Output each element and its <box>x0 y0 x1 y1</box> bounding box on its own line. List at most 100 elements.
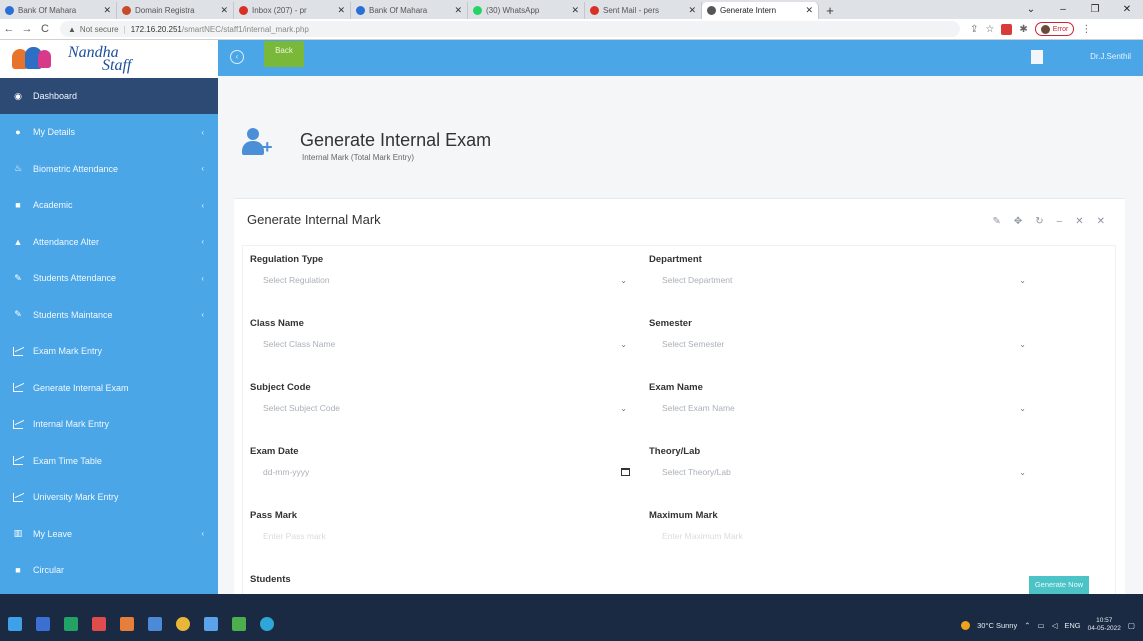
tray-chevron-icon[interactable]: ⌃ <box>1024 621 1030 630</box>
app-icon[interactable] <box>92 617 106 631</box>
forward-arrow-icon[interactable]: → <box>18 23 36 35</box>
tab-close-icon[interactable]: ✕ <box>220 5 228 16</box>
select-dropdown[interactable]: Select Department ⌄ <box>649 269 1033 291</box>
taskview-icon[interactable] <box>36 617 50 631</box>
sidebar-item-exam-time-table[interactable]: Exam Time Table <box>0 443 218 480</box>
reload-icon[interactable]: C <box>36 23 54 35</box>
edit-icon[interactable]: ✎ <box>992 216 1000 227</box>
generate-now-button[interactable]: Generate Now <box>1029 576 1089 594</box>
extensions-puzzle-icon[interactable]: ✱ <box>1019 24 1027 35</box>
sidebar-item-students-attendance[interactable]: ✎ Students Attendance ‹ <box>0 260 218 297</box>
sidebar-item-students-maintance[interactable]: ✎ Students Maintance ‹ <box>0 297 218 334</box>
excel-icon[interactable] <box>64 617 78 631</box>
menu-dots-icon[interactable]: ⋮ <box>1081 24 1091 35</box>
close-icon[interactable]: ✕ <box>1097 216 1105 227</box>
placeholder-text: dd-mm-yyyy <box>263 467 310 477</box>
sidebar-toggle-icon[interactable]: ‹ <box>230 50 244 64</box>
windows-start-icon[interactable] <box>8 617 22 631</box>
restore-icon[interactable]: ❐ <box>1079 0 1111 19</box>
select-dropdown[interactable]: Select Subject Code ⌄ <box>250 397 634 419</box>
bookmark-star-icon[interactable]: ☆ <box>985 24 994 35</box>
select-dropdown[interactable]: Select Exam Name ⌄ <box>649 397 1033 419</box>
sidebar-item-academic[interactable]: ■ Academic ‹ <box>0 187 218 224</box>
calendar-icon[interactable] <box>621 468 630 476</box>
favicon-icon <box>356 6 365 15</box>
chevron-left-icon: ‹ <box>201 127 204 137</box>
dropdown-chevron-icon[interactable]: ⌄ <box>1015 0 1047 19</box>
pencil-icon: ✎ <box>14 272 22 283</box>
sidebar-item-generate-internal-exam[interactable]: Generate Internal Exam <box>0 370 218 407</box>
back-arrow-icon[interactable]: ← <box>0 23 18 35</box>
date-input[interactable]: dd-mm-yyyy <box>250 461 634 483</box>
chrome-icon[interactable] <box>176 617 190 631</box>
language[interactable]: ENG <box>1064 621 1080 630</box>
weather-text[interactable]: 30°C Sunny <box>977 621 1017 630</box>
select-dropdown[interactable]: Select Semester ⌄ <box>649 333 1033 355</box>
user-name[interactable]: Dr.J.Senthil <box>1090 52 1131 61</box>
chevron-left-icon: ‹ <box>201 529 204 539</box>
select-dropdown[interactable]: Select Class Name ⌄ <box>250 333 634 355</box>
browser-tab[interactable]: (30) WhatsApp ✕ <box>468 2 585 19</box>
sidebar-item-biometric-attendance[interactable]: ♨ Biometric Attendance ‹ <box>0 151 218 188</box>
close-window-icon[interactable]: ✕ <box>1111 0 1143 19</box>
tab-close-icon[interactable]: ✕ <box>337 5 345 16</box>
sidebar-item-internal-mark-entry[interactable]: Internal Mark Entry <box>0 406 218 443</box>
collapse-icon[interactable]: – <box>1057 216 1063 227</box>
sidebar-item-dashboard[interactable]: ◉ Dashboard <box>0 78 218 114</box>
text-input[interactable]: Enter Pass mark <box>250 525 634 547</box>
window-controls: ⌄ – ❐ ✕ <box>1015 0 1143 19</box>
field-label: Exam Date <box>250 446 299 457</box>
volume-icon[interactable]: ◁ <box>1052 621 1058 630</box>
browser-tab[interactable]: Domain Registra ✕ <box>117 2 234 19</box>
network-icon[interactable]: ▭ <box>1038 621 1045 630</box>
new-tab-button[interactable]: + <box>819 2 841 19</box>
placeholder-text: Select Exam Name <box>662 403 735 413</box>
tab-close-icon[interactable]: ✕ <box>571 5 579 16</box>
field-label: Regulation Type <box>250 254 324 265</box>
app-logo[interactable]: Nandha Staff <box>12 43 217 75</box>
main-content: + Generate Internal Exam Internal Mark (… <box>218 76 1143 595</box>
tab-close-icon[interactable]: ✕ <box>688 5 696 16</box>
browser-tab[interactable]: Inbox (207) - pr ✕ <box>234 2 351 19</box>
weather-sun-icon[interactable] <box>961 620 971 630</box>
files-icon[interactable] <box>204 617 218 631</box>
browser-tab[interactable]: Bank Of Mahara ✕ <box>0 2 117 19</box>
browser-tab[interactable]: Generate Intern ✕ <box>702 2 819 19</box>
fullscreen-icon[interactable]: ✕ <box>1075 216 1083 227</box>
sidebar-item-my-leave[interactable]: ▥ My Leave ‹ <box>0 516 218 553</box>
green-app-icon[interactable] <box>232 617 246 631</box>
clock[interactable]: 10:57 04-05-2022 <box>1088 617 1121 633</box>
tab-close-icon[interactable]: ✕ <box>805 5 813 16</box>
sidebar-item-circular[interactable]: ■ Circular <box>0 552 218 589</box>
tab-close-icon[interactable]: ✕ <box>103 5 111 16</box>
url-input[interactable]: ▲ Not secure | 172.16.20.251/smartNEC/st… <box>60 21 960 37</box>
favicon-icon <box>239 6 248 15</box>
notification-icon[interactable]: ▢ <box>1128 621 1135 630</box>
tab-close-icon[interactable]: ✕ <box>454 5 462 16</box>
select-dropdown[interactable]: Select Theory/Lab ⌄ <box>649 461 1033 483</box>
photos-icon[interactable] <box>120 617 134 631</box>
chevron-down-icon: ⌄ <box>620 403 627 413</box>
select-dropdown[interactable]: Select Regulation ⌄ <box>250 269 634 291</box>
minimize-icon[interactable]: – <box>1047 0 1079 19</box>
text-input[interactable]: Enter Maximum Mark <box>649 525 1033 547</box>
back-button[interactable]: Back <box>264 41 304 67</box>
sidebar-item-university-mark-entry[interactable]: University Mark Entry <box>0 479 218 516</box>
browser-tab[interactable]: Bank Of Mahara ✕ <box>351 2 468 19</box>
profile-button[interactable]: Error <box>1034 22 1075 36</box>
move-icon[interactable]: ✥ <box>1014 216 1022 227</box>
share-icon[interactable]: ⇪ <box>970 24 978 35</box>
edge-icon[interactable] <box>260 617 274 631</box>
sidebar-item-attendance-alter[interactable]: ▲ Attendance Alter ‹ <box>0 224 218 261</box>
user-avatar[interactable] <box>1031 50 1043 64</box>
sidebar-item-my-details[interactable]: ● My Details ‹ <box>0 114 218 151</box>
extension-icon[interactable] <box>1001 23 1013 35</box>
monitor-icon[interactable] <box>148 617 162 631</box>
sidebar-item-exam-mark-entry[interactable]: Exam Mark Entry <box>0 333 218 370</box>
chevron-down-icon: ⌄ <box>1019 275 1026 285</box>
field-label: Subject Code <box>250 382 311 393</box>
browser-tab[interactable]: Sent Mail - pers ✕ <box>585 2 702 19</box>
refresh-icon[interactable]: ↻ <box>1035 216 1043 227</box>
sidebar-item-label: Internal Mark Entry <box>33 419 110 430</box>
field-theory-lab: Theory/Lab Select Theory/Lab ⌄ <box>649 446 1033 483</box>
